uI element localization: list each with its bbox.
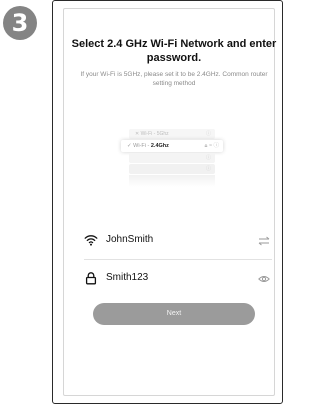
info-icon: ⓘ [205, 155, 211, 161]
lock-icon [84, 271, 98, 285]
step-number-badge: 3 [3, 6, 37, 40]
switch-arrows-icon[interactable] [258, 234, 270, 246]
check-icon: ✓ [127, 143, 132, 149]
wifi-network-name: JohnSmith [106, 234, 154, 245]
page-title: Select 2.4 GHz Wi-Fi Network and enter p… [71, 38, 277, 64]
lock-wifi-info-icons: 🔒︎ ≈ ⓘ [204, 143, 219, 149]
field-divider [84, 259, 272, 260]
app-screen [63, 8, 275, 396]
illustration-fade [129, 175, 215, 187]
wifi-band-illustration: ✕ Wi-Fi - 5Ghz ⓘ ✓ Wi-Fi - 2.4Ghz 🔒︎ ≈ ⓘ… [121, 127, 223, 187]
password-value: Smith123 [106, 272, 149, 283]
illustration-row-5ghz: ✕ Wi-Fi - 5Ghz ⓘ [129, 129, 215, 139]
info-icon: ⓘ [205, 131, 211, 137]
illustration-row-2-4ghz-prefix: Wi-Fi - [133, 143, 151, 149]
illustration-row-blank: ⓘ [129, 153, 215, 163]
illustration-row-blank: ⓘ [129, 164, 215, 174]
illustration-row-2-4ghz: ✓ Wi-Fi - 2.4Ghz 🔒︎ ≈ ⓘ [121, 140, 223, 152]
info-icon: ⓘ [205, 166, 211, 172]
x-icon: ✕ [135, 131, 140, 137]
illustration-row-5ghz-label: Wi-Fi - 5Ghz [140, 131, 169, 137]
eye-icon[interactable] [258, 272, 270, 284]
wifi-network-field[interactable]: JohnSmith [84, 230, 270, 252]
wifi-icon [84, 233, 98, 247]
page-subtitle: If your Wi-Fi is 5GHz, please set it to … [80, 71, 268, 87]
next-button[interactable]: Next [93, 303, 255, 325]
illustration-row-2-4ghz-band: 2.4Ghz [150, 143, 169, 149]
password-field[interactable]: Smith123 [84, 268, 270, 290]
